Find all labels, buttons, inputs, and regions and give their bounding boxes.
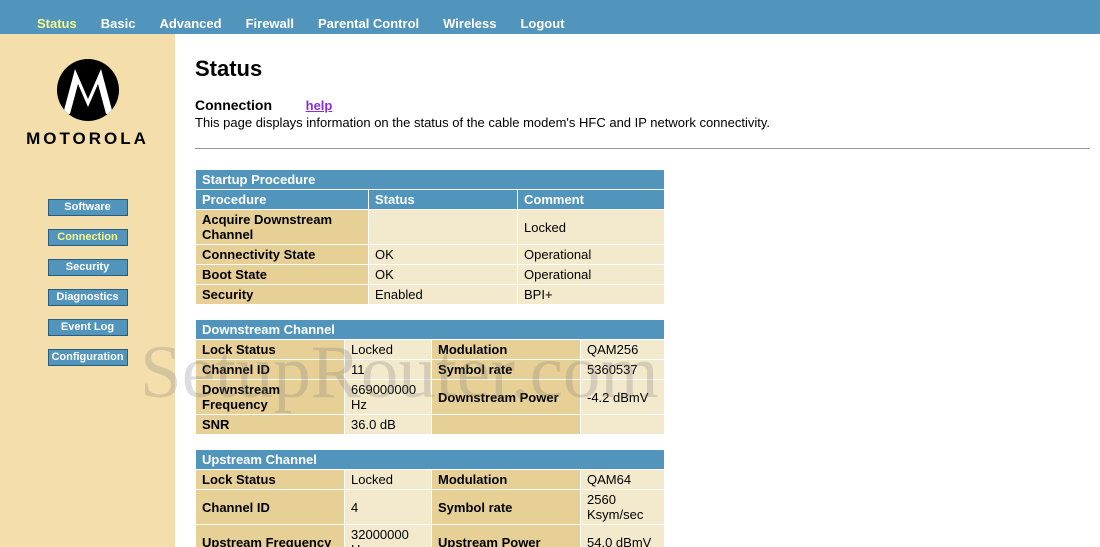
table-row: Boot State OK Operational xyxy=(196,265,664,284)
sidebar-item-event-log[interactable]: Event Log xyxy=(48,319,128,336)
startup-col-status: Status xyxy=(369,190,517,209)
table-row: Lock Status Locked Modulation QAM64 xyxy=(196,470,664,489)
startup-caption: Startup Procedure xyxy=(196,170,664,189)
page-description: This page displays information on the st… xyxy=(195,115,1090,130)
upstream-channel-table: Upstream Channel Lock Status Locked Modu… xyxy=(195,449,665,547)
nav-firewall[interactable]: Firewall xyxy=(234,14,306,33)
table-row: Downstream Frequency 669000000 Hz Downst… xyxy=(196,380,664,414)
table-row: Connectivity State OK Operational xyxy=(196,245,664,264)
nav-basic[interactable]: Basic xyxy=(89,14,148,33)
downstream-caption: Downstream Channel xyxy=(196,320,664,339)
top-nav: Status Basic Advanced Firewall Parental … xyxy=(0,13,1100,34)
table-row: Channel ID 4 Symbol rate 2560 Ksym/sec xyxy=(196,490,664,524)
sidebar-item-configuration[interactable]: Configuration xyxy=(48,349,128,366)
table-row: SNR 36.0 dB xyxy=(196,415,664,434)
divider xyxy=(195,148,1090,149)
startup-col-procedure: Procedure xyxy=(196,190,368,209)
table-row: Channel ID 11 Symbol rate 5360537 xyxy=(196,360,664,379)
downstream-channel-table: Downstream Channel Lock Status Locked Mo… xyxy=(195,319,665,435)
table-row: Lock Status Locked Modulation QAM256 xyxy=(196,340,664,359)
nav-logout[interactable]: Logout xyxy=(508,14,576,33)
startup-col-comment: Comment xyxy=(518,190,664,209)
startup-procedure-table: Startup Procedure Procedure Status Comme… xyxy=(195,169,665,305)
content-area: Status Connection help This page display… xyxy=(175,34,1100,547)
brand-text: MOTOROLA xyxy=(0,129,175,149)
upstream-caption: Upstream Channel xyxy=(196,450,664,469)
section-heading: Connection xyxy=(195,97,272,113)
sidebar-item-diagnostics[interactable]: Diagnostics xyxy=(48,289,128,306)
nav-status[interactable]: Status xyxy=(25,14,89,33)
page-title: Status xyxy=(195,56,1090,82)
nav-wireless[interactable]: Wireless xyxy=(431,14,508,33)
nav-advanced[interactable]: Advanced xyxy=(147,14,233,33)
sidebar-item-software[interactable]: Software xyxy=(48,199,128,216)
help-link[interactable]: help xyxy=(306,98,333,113)
sidebar: MOTOROLA Software Connection Security Di… xyxy=(0,34,175,547)
nav-parental-control[interactable]: Parental Control xyxy=(306,14,431,33)
brand-logo: MOTOROLA xyxy=(0,59,175,149)
sidebar-item-connection[interactable]: Connection xyxy=(48,229,128,246)
table-row: Security Enabled BPI+ xyxy=(196,285,664,304)
table-row: Acquire Downstream Channel Locked xyxy=(196,210,664,244)
motorola-icon xyxy=(57,59,119,121)
sidebar-item-security[interactable]: Security xyxy=(48,259,128,276)
table-row: Upstream Frequency 32000000 Hz Upstream … xyxy=(196,525,664,547)
